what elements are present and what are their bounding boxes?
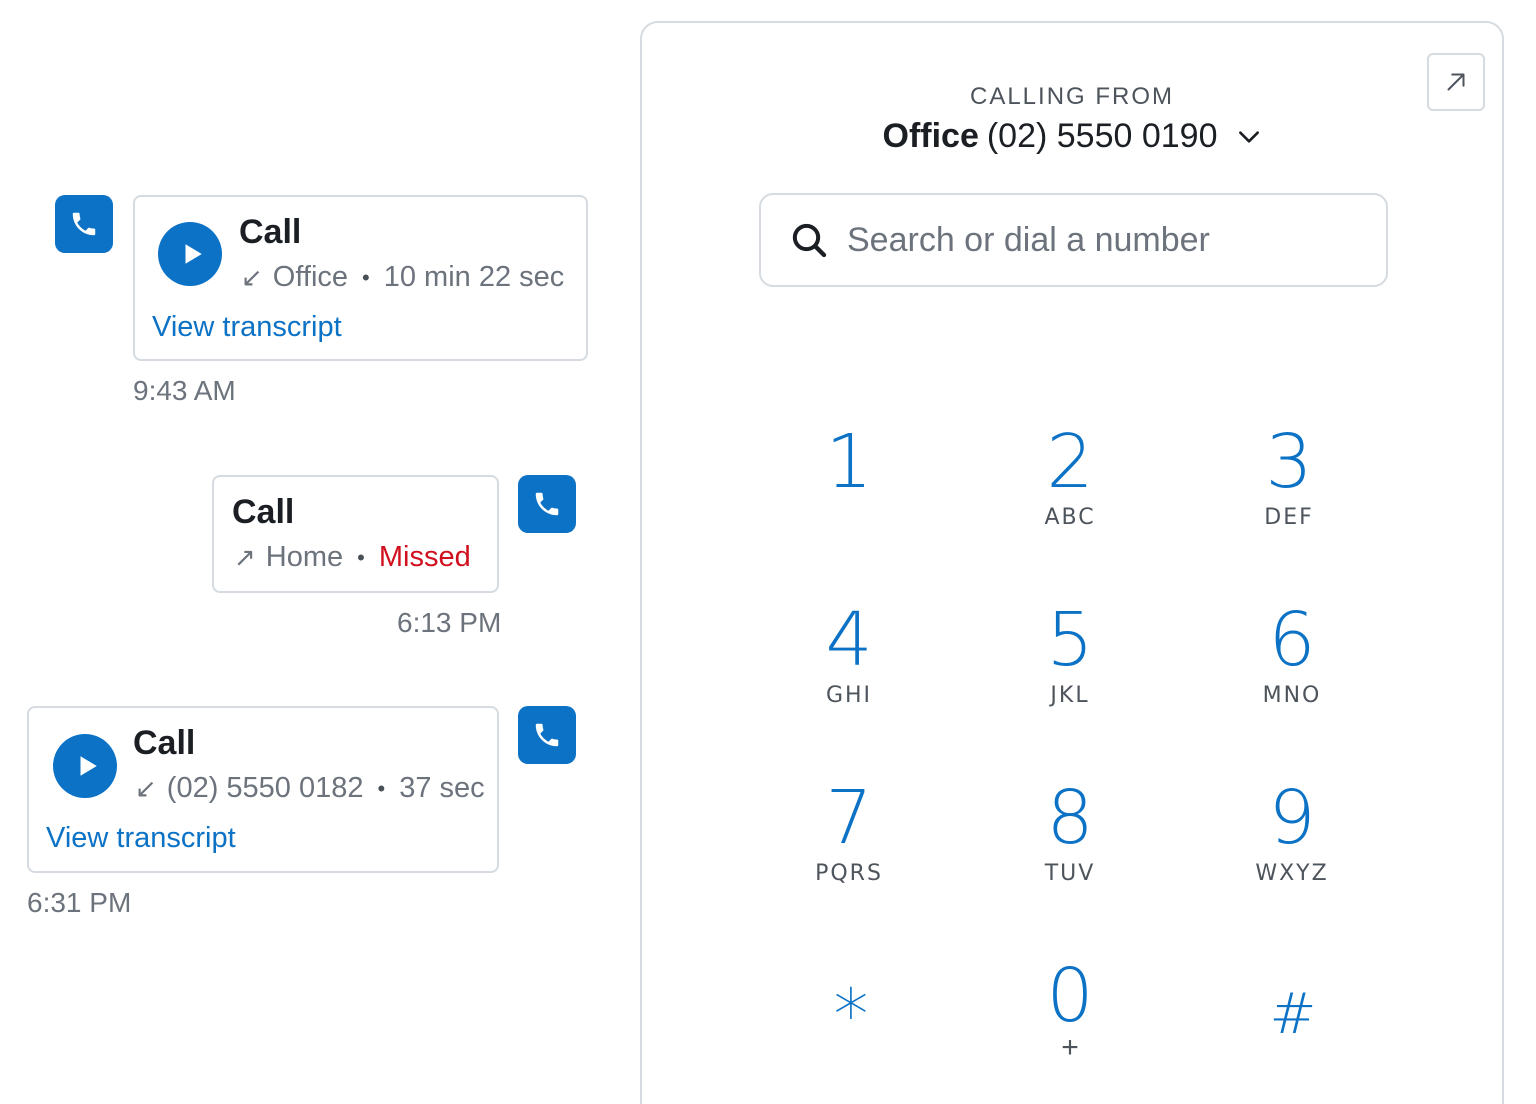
search-icon xyxy=(792,223,827,258)
key-letters: MNO xyxy=(1262,683,1322,708)
call-timestamp: 6:31 PM xyxy=(27,887,132,918)
key-hash[interactable]: # xyxy=(1213,978,1373,1104)
key-letters: DEF xyxy=(1264,505,1314,530)
call-card: Call ↙ Office • 10 min 22 sec View trans… xyxy=(133,195,588,361)
phone-icon xyxy=(518,706,576,764)
key-7[interactable]: 7 PQRS xyxy=(769,781,929,931)
play-icon xyxy=(80,756,97,776)
key-3[interactable]: 3 DEF xyxy=(1209,425,1369,575)
key-letters: PQRS xyxy=(815,861,883,886)
key-8[interactable]: 8 TUV xyxy=(990,781,1150,931)
key-2[interactable]: 2 ABC xyxy=(990,425,1150,575)
key-digit: 1 xyxy=(825,419,873,505)
key-digit: 8 xyxy=(1046,775,1094,861)
phone-icon xyxy=(518,475,576,533)
calling-from-label: CALLING FROM xyxy=(969,83,1175,110)
play-icon xyxy=(185,244,202,264)
key-letters: GHI xyxy=(825,683,873,708)
call-meta: ↙ (02) 5550 0182 • 37 sec xyxy=(135,772,485,805)
key-letters: JKL xyxy=(1050,683,1090,708)
call-title: Call xyxy=(232,493,295,531)
call-meta: ↗ Home • Missed xyxy=(234,541,471,574)
key-0[interactable]: 0 + xyxy=(990,959,1150,1104)
play-recording-button[interactable] xyxy=(158,222,222,286)
chevron-down-icon xyxy=(1238,130,1259,143)
calling-from-select[interactable]: Office (02) 5550 0190 xyxy=(642,117,1502,156)
key-5[interactable]: 5 JKL xyxy=(990,603,1150,753)
key-letters: WXYZ xyxy=(1255,861,1329,886)
call-duration: 10 min 22 sec xyxy=(383,261,565,293)
key-digit: # xyxy=(1269,982,1317,1047)
call-title: Call xyxy=(133,724,196,762)
call-status-missed: Missed xyxy=(378,541,471,573)
call-line: Office xyxy=(272,261,349,293)
key-digit: 6 xyxy=(1268,597,1316,683)
call-timestamp: 6:13 PM xyxy=(397,607,502,638)
key-letters: TUV xyxy=(1044,861,1096,886)
key-6[interactable]: 6 MNO xyxy=(1212,603,1372,753)
call-meta: ↙ Office • 10 min 22 sec xyxy=(241,261,564,294)
key-1[interactable]: 1 xyxy=(769,425,929,575)
dialer-panel: CALLING FROM Office (02) 5550 0190 1 2 A… xyxy=(640,21,1504,1104)
search-input[interactable] xyxy=(847,220,1386,260)
key-digit: 3 xyxy=(1265,419,1313,505)
key-star[interactable]: * xyxy=(771,978,931,1104)
call-line: Home xyxy=(265,541,344,573)
separator-dot: • xyxy=(357,544,365,570)
view-transcript-link[interactable]: View transcript xyxy=(152,311,342,344)
outgoing-arrow-icon: ↗ xyxy=(234,542,256,572)
call-card: Call ↙ (02) 5550 0182 • 37 sec View tran… xyxy=(27,706,499,873)
incoming-arrow-icon: ↙ xyxy=(135,773,157,803)
view-transcript-link[interactable]: View transcript xyxy=(46,822,236,855)
call-timestamp: 9:43 AM xyxy=(133,375,236,406)
call-line: (02) 5550 0182 xyxy=(166,772,364,804)
key-letters: + xyxy=(1061,1031,1079,1064)
key-letters: ABC xyxy=(1044,505,1096,530)
incoming-arrow-icon: ↙ xyxy=(241,262,263,292)
play-recording-button[interactable] xyxy=(53,734,117,798)
calling-line-number: (02) 5550 0190 xyxy=(986,117,1218,155)
call-title: Call xyxy=(239,213,302,251)
key-digit: 4 xyxy=(825,597,873,683)
key-digit: 2 xyxy=(1046,419,1094,505)
phone-icon xyxy=(55,195,113,253)
search-dial-box xyxy=(759,193,1388,287)
key-digit: 9 xyxy=(1268,775,1316,861)
key-digit: * xyxy=(833,974,869,1056)
calling-line-name: Office xyxy=(882,117,979,155)
separator-dot: • xyxy=(377,775,386,801)
key-digit: 5 xyxy=(1046,597,1094,683)
call-duration: 37 sec xyxy=(399,772,485,804)
call-card: Call ↗ Home • Missed xyxy=(212,475,499,593)
key-9[interactable]: 9 WXYZ xyxy=(1212,781,1372,931)
separator-dot: • xyxy=(362,264,370,290)
key-digit: 0 xyxy=(1046,953,1094,1039)
key-4[interactable]: 4 GHI xyxy=(769,603,929,753)
key-digit: 7 xyxy=(825,775,873,861)
